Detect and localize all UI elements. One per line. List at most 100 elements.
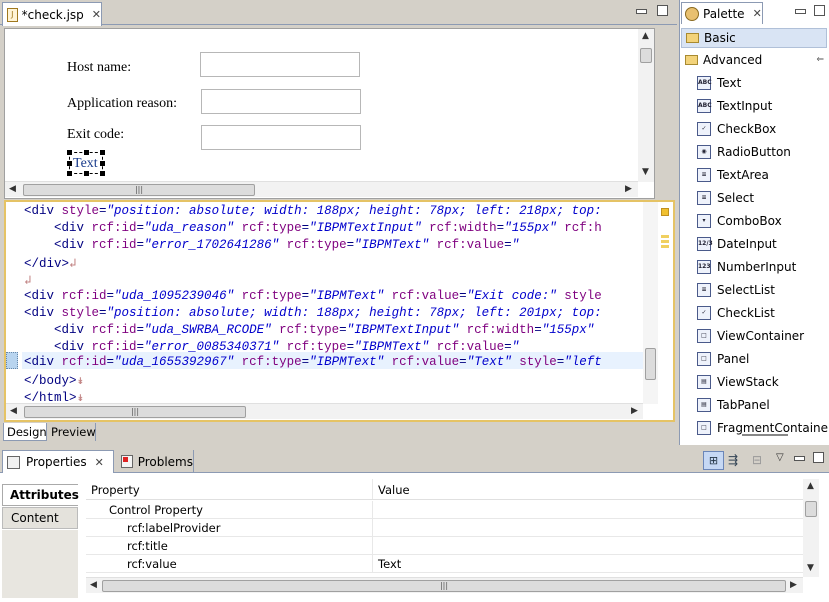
- scroll-right-arrow-icon[interactable]: ▶: [790, 580, 797, 590]
- code-line[interactable]: <div style="position: absolute; width: 1…: [24, 204, 602, 218]
- maximize-properties-button[interactable]: [813, 452, 824, 463]
- palette-drawer-advanced[interactable]: Advanced ⇐: [681, 50, 827, 70]
- property-row[interactable]: rcf:title: [86, 537, 803, 555]
- palette-item-textinput[interactable]: ABC TextInput: [697, 96, 772, 116]
- palette-drawer-basic[interactable]: Basic: [681, 28, 827, 48]
- code-line[interactable]: ↲: [24, 272, 32, 288]
- selection-handle[interactable]: [67, 161, 72, 166]
- scroll-down-arrow-icon[interactable]: ▼: [642, 167, 649, 177]
- code-token: ↲: [69, 257, 77, 271]
- code-token: rcf:id: [91, 323, 137, 337]
- close-palette-icon[interactable]: ✕: [753, 7, 762, 20]
- palette-tab[interactable]: Palette ✕: [681, 2, 763, 24]
- design-vertical-scrollbar[interactable]: ▲ ▼: [638, 29, 654, 182]
- property-value[interactable]: Text: [378, 557, 401, 571]
- side-tab-content[interactable]: Content: [2, 507, 78, 529]
- palette-item-combobox[interactable]: ▾ ComboBox: [697, 211, 782, 231]
- design-pane[interactable]: Host name: Application reason: Exit code…: [4, 28, 655, 199]
- properties-horizontal-thumb[interactable]: |||: [102, 580, 786, 592]
- scroll-up-arrow-icon[interactable]: ▲: [642, 31, 649, 41]
- property-row[interactable]: rcf:labelProvider: [86, 519, 803, 537]
- selection-handle[interactable]: [100, 171, 105, 176]
- code-line[interactable]: <div style="position: absolute; width: 1…: [24, 306, 602, 320]
- property-row[interactable]: Control Property: [86, 501, 803, 519]
- code-line[interactable]: </div>↲: [24, 255, 77, 271]
- code-line[interactable]: <div rcf:id="uda_1095239046" rcf:type="I…: [24, 289, 602, 303]
- source-vertical-scrollbar[interactable]: [643, 202, 658, 404]
- selected-text-component[interactable]: Text: [67, 150, 105, 176]
- show-categories-button[interactable]: ⊞: [703, 451, 724, 470]
- design-vertical-thumb[interactable]: [640, 48, 652, 63]
- editor-tab-check-jsp[interactable]: J *check.jsp ✕: [2, 2, 102, 26]
- code-line[interactable]: <div rcf:id="uda_SWRBA_RCODE" rcf:type="…: [24, 323, 594, 337]
- combobox-icon: ▾: [697, 214, 711, 228]
- column-value-header[interactable]: Value: [378, 483, 410, 497]
- palette-item-panel[interactable]: □ Panel: [697, 349, 749, 369]
- code-line[interactable]: </body>↡: [24, 372, 84, 388]
- palette-item-tabpanel[interactable]: ▤ TabPanel: [697, 395, 770, 415]
- exit-code-field[interactable]: [201, 125, 361, 150]
- code-token: =: [99, 306, 107, 320]
- minimize-palette-button[interactable]: [795, 9, 806, 14]
- properties-horizontal-scrollbar[interactable]: ◀ ||| ▶: [86, 577, 803, 593]
- column-property-header[interactable]: Property: [91, 483, 140, 497]
- minimize-properties-button[interactable]: [794, 456, 805, 461]
- palette-item-radiobutton[interactable]: ◉ RadioButton: [697, 142, 791, 162]
- source-vertical-thumb[interactable]: [645, 348, 656, 380]
- source-horizontal-scrollbar[interactable]: ◀ ||| ▶: [6, 403, 643, 419]
- restore-default-button[interactable]: ⊟: [752, 453, 762, 467]
- scroll-right-arrow-icon[interactable]: ▶: [625, 184, 632, 194]
- scroll-left-arrow-icon[interactable]: ◀: [9, 184, 16, 194]
- code-line[interactable]: <div rcf:id="uda_1655392967" rcf:type="I…: [24, 355, 602, 369]
- code-token: ": [511, 340, 520, 354]
- code-line[interactable]: <div rcf:id="error_1702641286" rcf:type=…: [24, 238, 519, 252]
- tab-design[interactable]: Design: [3, 423, 47, 441]
- palette-item-dateinput[interactable]: 12/3 DateInput: [697, 234, 777, 254]
- palette-item-numberinput[interactable]: 123 NumberInput: [697, 257, 796, 277]
- maximize-palette-button[interactable]: [814, 5, 825, 16]
- scroll-down-arrow-icon[interactable]: ▼: [807, 563, 814, 573]
- properties-vertical-thumb[interactable]: [805, 501, 817, 517]
- palette-item-text[interactable]: ABC Text: [697, 73, 741, 93]
- properties-vertical-scrollbar[interactable]: ▲ ▼: [803, 479, 819, 577]
- palette-scroll-down-icon[interactable]: [742, 434, 788, 440]
- property-row[interactable]: rcf:value Text: [86, 555, 803, 573]
- view-menu-icon[interactable]: ▽: [776, 452, 784, 463]
- property-table-header: Property Value: [86, 479, 803, 500]
- palette-item-select[interactable]: ≡ Select: [697, 188, 754, 208]
- problems-tab[interactable]: Problems: [116, 450, 194, 473]
- palette-item-checklist[interactable]: ✓ CheckList: [697, 303, 775, 323]
- show-advanced-button[interactable]: ⇶: [728, 453, 738, 467]
- selection-handle[interactable]: [67, 171, 72, 176]
- scroll-right-arrow-icon[interactable]: ▶: [631, 406, 638, 416]
- palette-item-checkbox[interactable]: ✓ CheckBox: [697, 119, 776, 139]
- design-horizontal-scrollbar[interactable]: ◀ ||| ▶: [5, 181, 638, 197]
- code-line[interactable]: <div rcf:id="error_0085340371" rcf:type=…: [24, 340, 519, 354]
- selection-handle[interactable]: [100, 150, 105, 155]
- selection-handle[interactable]: [100, 161, 105, 166]
- design-horizontal-thumb[interactable]: |||: [23, 184, 255, 196]
- scroll-up-arrow-icon[interactable]: ▲: [807, 481, 814, 491]
- scroll-left-arrow-icon[interactable]: ◀: [90, 580, 97, 590]
- tab-preview[interactable]: Preview: [48, 423, 96, 441]
- palette-item-textarea[interactable]: ≡ TextArea: [697, 165, 769, 185]
- palette-item-selectlist[interactable]: ≡ SelectList: [697, 280, 775, 300]
- palette-item-viewcontainer[interactable]: □ ViewContainer: [697, 326, 804, 346]
- host-name-field[interactable]: [200, 52, 360, 77]
- minimize-editor-button[interactable]: [636, 9, 647, 14]
- application-reason-field[interactable]: [201, 89, 361, 114]
- pin-icon[interactable]: ⇐: [816, 55, 824, 65]
- properties-tab[interactable]: Properties ✕: [2, 450, 114, 473]
- side-tab-attributes[interactable]: Attributes: [2, 484, 79, 506]
- properties-icon: [7, 455, 20, 469]
- palette-item-viewstack[interactable]: ▤ ViewStack: [697, 372, 779, 392]
- scroll-left-arrow-icon[interactable]: ◀: [10, 406, 17, 416]
- selection-handle[interactable]: [67, 150, 72, 155]
- source-pane[interactable]: <div style="position: absolute; width: 1…: [4, 200, 675, 422]
- close-properties-icon[interactable]: ✕: [95, 456, 104, 469]
- source-horizontal-thumb[interactable]: |||: [24, 406, 246, 418]
- selection-handle[interactable]: [84, 150, 89, 155]
- maximize-editor-button[interactable]: [657, 5, 668, 16]
- close-tab-icon[interactable]: ✕: [92, 8, 101, 21]
- code-line[interactable]: <div rcf:id="uda_reason" rcf:type="IBPMT…: [24, 221, 602, 235]
